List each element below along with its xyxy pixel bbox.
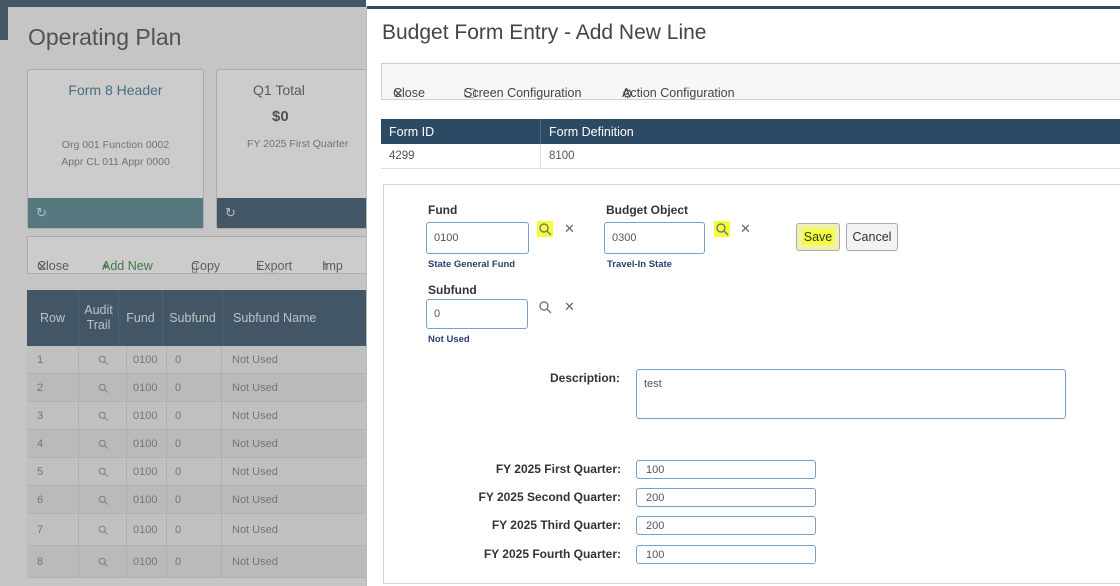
background-page: Operating Plan Form 8 Header Org 001 Fun… bbox=[0, 0, 366, 586]
fund-description: State General Fund bbox=[428, 259, 516, 270]
budget-object-input[interactable]: 0300 bbox=[604, 222, 705, 254]
add-line-dialog: Budget Form Entry - Add New Line ✕ Close… bbox=[366, 6, 1120, 586]
dialog-title: Budget Form Entry - Add New Line bbox=[382, 21, 707, 44]
q2-input[interactable]: 200 bbox=[636, 488, 816, 507]
form-id-value: 4299 bbox=[381, 144, 541, 168]
subfund-clear-icon[interactable]: ✕ bbox=[564, 299, 575, 315]
table-row: 4299 8100 bbox=[381, 144, 1120, 169]
fund-input[interactable]: 0100 bbox=[426, 222, 529, 254]
subfund-search-icon[interactable] bbox=[537, 299, 553, 315]
budget-object-description: Travel-In State bbox=[607, 259, 672, 270]
budget-object-label: Budget Object bbox=[606, 203, 689, 217]
budget-object-clear-icon[interactable]: ✕ bbox=[740, 221, 751, 237]
q4-input[interactable]: 100 bbox=[636, 545, 816, 564]
q2-label: FY 2025 Second Quarter: bbox=[478, 490, 622, 504]
q1-input[interactable]: 100 bbox=[636, 460, 816, 479]
description-label: Description: bbox=[550, 371, 621, 385]
modal-overlay bbox=[0, 0, 366, 586]
fund-label: Fund bbox=[428, 203, 458, 217]
q1-label: FY 2025 First Quarter: bbox=[495, 462, 621, 476]
fund-clear-icon[interactable]: ✕ bbox=[564, 221, 575, 237]
fund-search-icon[interactable] bbox=[537, 221, 553, 237]
q4-label: FY 2025 Fourth Quarter: bbox=[483, 547, 621, 561]
q3-label: FY 2025 Third Quarter: bbox=[491, 518, 621, 532]
subfund-label: Subfund bbox=[428, 283, 477, 297]
form-info-table: Form ID Form Definition 4299 8100 bbox=[381, 119, 1120, 169]
save-button[interactable]: Save bbox=[796, 223, 840, 251]
description-textarea[interactable]: test bbox=[636, 369, 1066, 419]
subfund-input[interactable]: 0 bbox=[426, 299, 528, 329]
q3-input[interactable]: 200 bbox=[636, 516, 816, 535]
dialog-toolbar: ✕ Close 🖵 Screen Configuration ⚙ Action C… bbox=[381, 63, 1120, 101]
budget-object-search-icon[interactable] bbox=[714, 221, 730, 237]
col-header-form-id: Form ID bbox=[381, 119, 541, 144]
entry-form: Fund 0100 ✕ State General Fund Budget Ob… bbox=[383, 184, 1120, 584]
cancel-button[interactable]: Cancel bbox=[846, 223, 898, 251]
col-header-form-definition: Form Definition bbox=[549, 124, 634, 139]
form-definition-value: 8100 bbox=[549, 150, 575, 162]
subfund-description: Not Used bbox=[428, 334, 470, 345]
